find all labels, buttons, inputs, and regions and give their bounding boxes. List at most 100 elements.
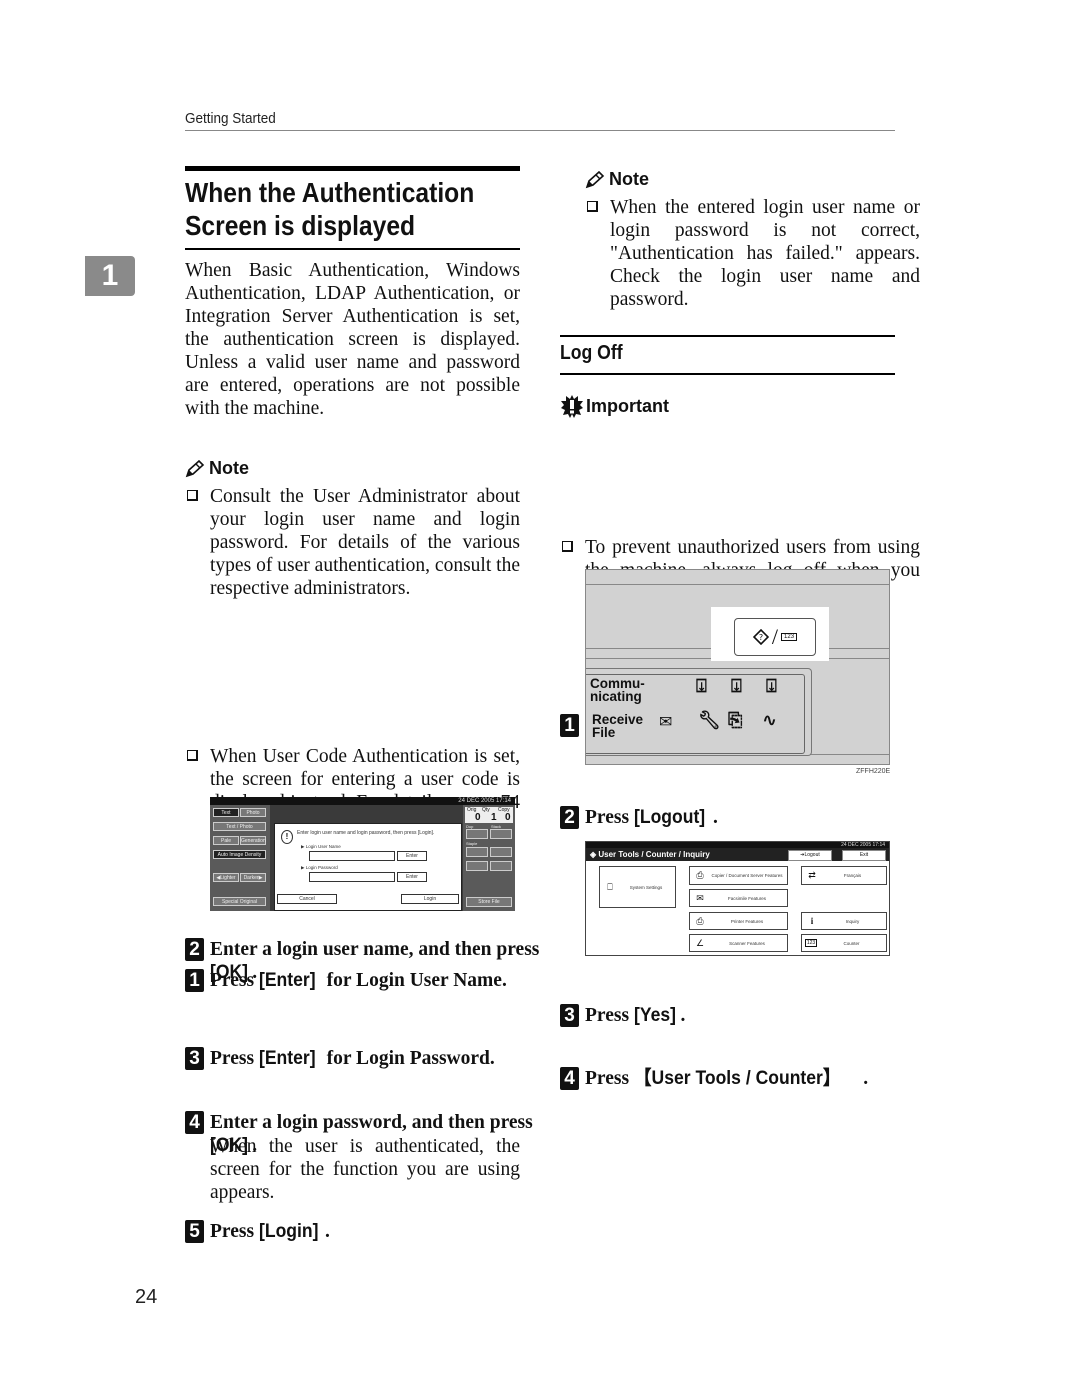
key-label: [Yes]	[633, 1004, 676, 1026]
user-tools-icon: ?	[752, 629, 769, 645]
inquiry-button[interactable]: i Inquiry	[801, 912, 887, 930]
auto-image-density-button[interactable]: Auto Image Density	[213, 850, 266, 859]
login-message: Enter login user name and login password…	[297, 830, 435, 836]
key-label: [Login]	[258, 1220, 319, 1242]
exclamation-icon: !	[281, 830, 293, 844]
tray-download-dots-icon: ⍗	[731, 676, 742, 697]
intro-paragraph: When Basic Authentication, Windows Authe…	[185, 260, 520, 419]
step-number: 5	[185, 1220, 204, 1243]
enter-user-name-button[interactable]: Enter	[397, 851, 427, 861]
logoff-step-2: 2 Press [Logout].	[560, 806, 920, 829]
chapter-tab: 1	[85, 256, 135, 296]
staple-double-button[interactable]	[490, 861, 512, 871]
log-off-top-rule	[560, 335, 895, 337]
staple-top-button[interactable]	[466, 861, 488, 871]
note-heading: Note	[185, 458, 249, 479]
copier-icon: ⎙	[696, 870, 704, 880]
printer-icon: ⎙	[696, 915, 704, 926]
generation-button[interactable]: Generation	[240, 836, 266, 845]
log-off-heading: Log Off	[560, 342, 623, 364]
stack-button[interactable]	[490, 829, 512, 839]
step-number: 3	[560, 1004, 579, 1027]
language-button[interactable]: ⇄ Français	[801, 866, 887, 885]
pencil-icon	[185, 459, 205, 477]
duplex-button[interactable]	[466, 829, 488, 839]
info-icon: i	[810, 916, 814, 926]
login-user-name-label: ▶ Login User Name	[301, 844, 341, 849]
staple-right-button[interactable]	[490, 847, 512, 857]
text-button[interactable]: Text	[213, 808, 239, 817]
screen-datetime: 24 DEC 2005 17:14	[210, 797, 515, 805]
photo-button[interactable]: Photo	[240, 808, 266, 817]
login-user-name-field[interactable]	[309, 851, 395, 861]
counter-icon: 123	[781, 633, 798, 641]
step-number: 2	[560, 806, 579, 829]
staple-left-button[interactable]	[466, 847, 488, 857]
checkbox-bullet-icon	[187, 490, 198, 501]
tray-download-lines-icon: ⍗	[766, 676, 777, 697]
logoff-step-4: 4 Press 【User Tools / Counter】.	[560, 1067, 920, 1090]
wrench-icon: 🔧︎	[698, 710, 721, 731]
system-settings-button[interactable]: ⎕ System Settings	[599, 866, 676, 908]
checkbox-bullet-icon	[587, 201, 598, 212]
step-number: 4	[185, 1111, 204, 1134]
step-number: 3	[185, 1047, 204, 1070]
key-label: 【User Tools / Counter】	[633, 1067, 841, 1089]
key-label: [Enter]	[258, 1047, 316, 1069]
darker-button[interactable]: Darker▶	[240, 873, 266, 882]
counter-display: Orig 0 Qty 1 Copy 0	[465, 807, 513, 823]
control-panel-figure: ? / 123 Commu- nicating Receive File ⍗ ⍗…	[585, 569, 890, 765]
figure-code: ZFFH220E	[856, 768, 891, 775]
facsimile-features-button[interactable]: ✉ Facsimile Features	[689, 889, 788, 907]
exit-button[interactable]: Exit	[842, 850, 886, 861]
printer-features-button[interactable]: ⎙ Printer Features	[689, 912, 788, 930]
login-button[interactable]: Login	[401, 894, 459, 904]
communicating-label: Commu- nicating	[590, 676, 645, 704]
step-number: 2	[185, 938, 204, 961]
title-bottom-rule	[185, 248, 520, 250]
receive-file-label: Receive File	[592, 712, 644, 740]
step-number: 1	[560, 714, 579, 737]
slash-icon: /	[771, 624, 779, 649]
important-badge-icon	[561, 395, 583, 418]
copy-settings-panel: Text Photo Text / Photo Pale Generation …	[210, 805, 270, 911]
fax-icon: ✉	[696, 892, 704, 903]
step-5: 5 Press [Login].	[185, 1220, 545, 1243]
login-password-field[interactable]	[309, 872, 395, 882]
logoff-step-3: 3 Press [Yes].	[560, 1004, 920, 1027]
lighter-button[interactable]: ◀Lighter	[213, 873, 239, 882]
checkbox-bullet-icon	[562, 541, 573, 552]
svg-text:?: ?	[759, 633, 763, 642]
step-number: 4	[560, 1067, 579, 1090]
login-screen-figure: 24 DEC 2005 17:14 Text Photo Text / Phot…	[210, 797, 515, 911]
scanner-features-button[interactable]: ∠ Scanner Features	[689, 934, 788, 952]
special-original-button[interactable]: Special Original	[213, 897, 266, 906]
language-switch-icon: ⇄	[808, 870, 816, 880]
user-tools-counter-key[interactable]: ? / 123	[734, 618, 816, 656]
cancel-button[interactable]: Cancel	[277, 894, 337, 904]
page-number: 24	[135, 1286, 158, 1308]
document-arrow-icon: ⎘	[728, 710, 743, 731]
user-tools-screen-figure: 24 DEC 2005 17:14 ◈ User Tools / Counter…	[585, 841, 890, 956]
text-photo-button[interactable]: Text / Photo	[213, 822, 266, 831]
login-dialog: ! Enter login user name and login passwo…	[274, 823, 462, 911]
enter-password-button[interactable]: Enter	[397, 872, 427, 882]
counter-button[interactable]: 123 Counter	[801, 934, 887, 952]
scanner-icon: ∠	[695, 937, 705, 948]
signal-icon: ∿	[762, 710, 778, 731]
key-label: [OK]	[210, 961, 249, 983]
logout-button[interactable]: ➔Logout	[788, 850, 832, 861]
pale-button[interactable]: Pale	[213, 836, 239, 845]
finishing-panel: Orig 0 Qty 1 Copy 0 Dup Stack Staple Sto…	[463, 805, 515, 911]
copier-features-button[interactable]: ⎙ Copier / Document Server Features	[689, 866, 788, 885]
checkbox-bullet-icon	[187, 750, 198, 761]
right-column-steps: 2 Press [Logout]. 3 Press [Yes]. 4 Press…	[560, 0, 895, 1090]
counter-icon: 123	[805, 939, 817, 947]
login-password-label: ▶ Login Password	[301, 865, 338, 870]
mailbox-icon: ✉	[659, 712, 673, 731]
store-file-button[interactable]: Store File	[466, 897, 512, 907]
important-heading: Important	[560, 394, 669, 418]
step-2: 2 Enter a login user name, and then pres…	[185, 938, 545, 984]
tray-download-icon: ⍗	[696, 676, 707, 697]
note-item: When the entered login user name or logi…	[585, 196, 920, 311]
